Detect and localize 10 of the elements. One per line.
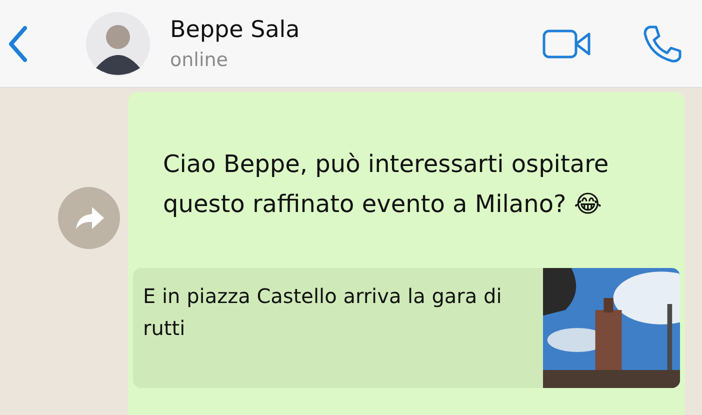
avatar — [86, 12, 150, 76]
forward-icon[interactable] — [58, 187, 120, 249]
video-call-icon[interactable] — [542, 28, 592, 58]
link-preview[interactable]: E in piazza Castello arriva la gara di rutti — [133, 268, 680, 388]
message-text: Ciao Beppe, può interessarti ospitare questo raffinato evento a Milano? 😂 — [163, 149, 610, 220]
contact-name: Beppe Sala — [170, 16, 301, 42]
preview-title: E in piazza Castello arriva la gara di rutti — [142, 283, 503, 342]
back-icon[interactable] — [8, 26, 28, 62]
phone-icon[interactable] — [642, 24, 682, 64]
contact-status: online — [170, 48, 229, 70]
